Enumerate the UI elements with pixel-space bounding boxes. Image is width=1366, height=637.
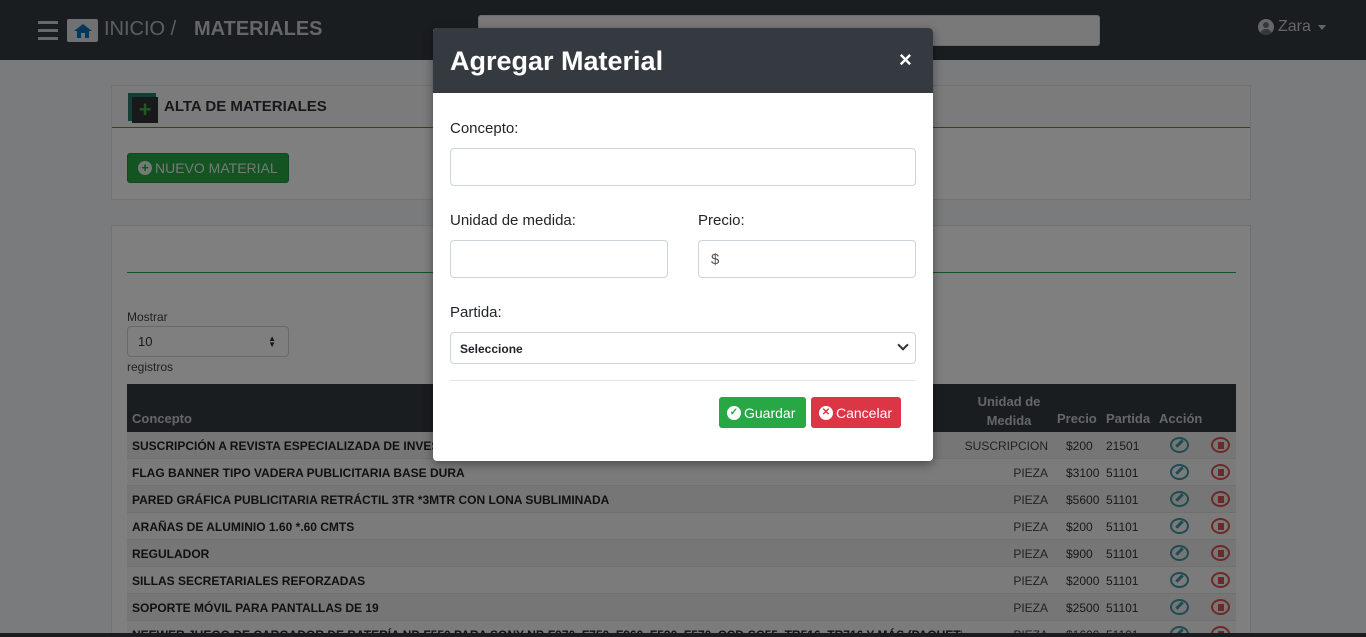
unit-input[interactable] bbox=[450, 240, 668, 278]
save-button[interactable]: ✓ Guardar bbox=[719, 397, 806, 428]
partida-select[interactable]: Seleccione bbox=[450, 332, 916, 364]
add-material-modal: Agregar Material × Concepto: Unidad de m… bbox=[433, 28, 933, 461]
concept-input[interactable] bbox=[450, 148, 916, 186]
unit-label: Unidad de medida: bbox=[450, 212, 576, 229]
partida-label: Partida: bbox=[450, 304, 502, 321]
save-label: Guardar bbox=[744, 404, 796, 421]
cancel-label: Cancelar bbox=[836, 404, 893, 421]
chevron-down-icon bbox=[897, 339, 909, 351]
concept-label: Concepto: bbox=[450, 120, 519, 137]
bottom-edge bbox=[0, 633, 1366, 637]
close-icon[interactable]: × bbox=[899, 47, 912, 73]
check-icon: ✓ bbox=[727, 405, 741, 420]
x-circle-icon: ✕ bbox=[819, 405, 833, 420]
price-label: Precio: bbox=[698, 212, 745, 229]
partida-selected: Seleccione bbox=[460, 342, 523, 356]
cancel-button[interactable]: ✕ Cancelar bbox=[811, 397, 901, 428]
price-input[interactable]: $ bbox=[698, 240, 916, 278]
modal-header: Agregar Material × bbox=[433, 28, 933, 93]
modal-title: Agregar Material bbox=[450, 46, 664, 76]
modal-divider bbox=[450, 380, 916, 381]
